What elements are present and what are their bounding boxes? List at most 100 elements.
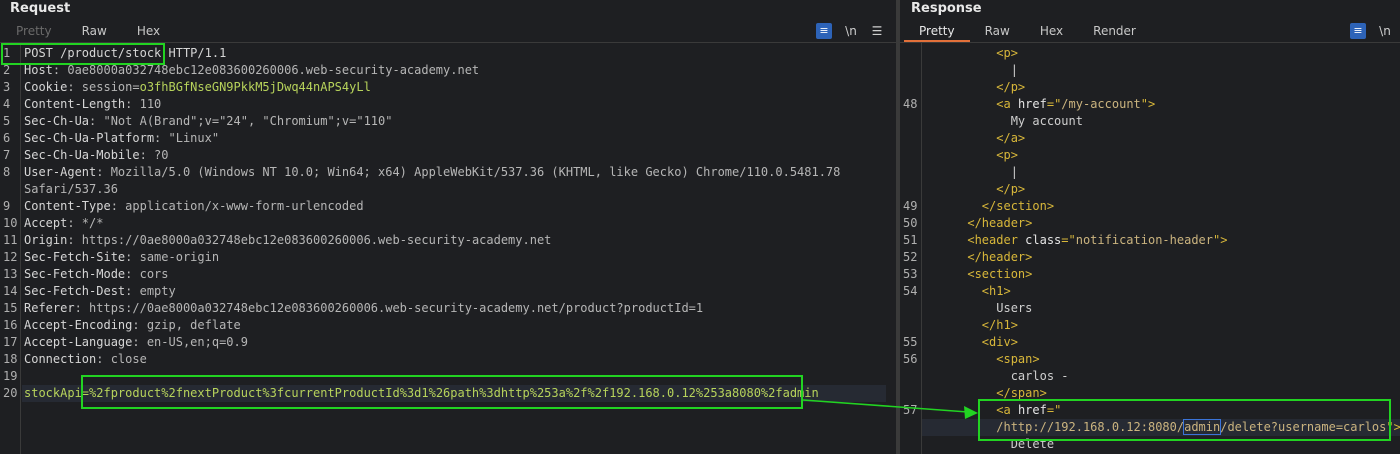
code-line[interactable]: 18 Connection: close	[0, 351, 896, 368]
request-title: Request	[10, 1, 71, 16]
wrap-lines-icon[interactable]: ≡	[1350, 23, 1366, 39]
code-line[interactable]: 5 Sec-Ch-Ua: "Not A(Brand";v="24", "Chrom…	[0, 113, 896, 130]
code-line[interactable]: </a>	[900, 130, 1400, 147]
line-number: 8	[3, 165, 11, 179]
token: : ?0	[139, 148, 169, 162]
code-line[interactable]: 51 <header class="notification-header">	[900, 232, 1400, 249]
code-line[interactable]: 52 </header>	[900, 249, 1400, 266]
token: Sec-Ch-Ua-Platform	[24, 131, 155, 145]
code-text: Referer: https://0ae8000a032748ebc12e083…	[24, 300, 703, 317]
code-line[interactable]: 50 </header>	[900, 215, 1400, 232]
line-number: 57	[903, 403, 918, 417]
code-line[interactable]: 14 Sec-Fetch-Dest: empty	[0, 283, 896, 300]
line-number: 54	[903, 284, 918, 298]
line-number: 4	[3, 97, 11, 111]
token: : same-origin	[125, 250, 220, 264]
code-line[interactable]: 10 Accept: */*	[0, 215, 896, 232]
code-text: </p>	[924, 181, 1025, 198]
code-text: Cookie: session=o3fhBGfNseGN9PkkM5jDwq44…	[24, 79, 371, 96]
tab-raw[interactable]: Raw	[970, 22, 1025, 42]
code-line[interactable]: 55 <div>	[900, 334, 1400, 351]
tab-render[interactable]: Render	[1078, 22, 1151, 42]
code-line[interactable]: 4 Content-Length: 110	[0, 96, 896, 113]
code-text: |	[924, 62, 1018, 79]
newline-icon[interactable]: \n	[1377, 23, 1393, 39]
code-line[interactable]: 53 <section>	[900, 266, 1400, 283]
code-line[interactable]: <p>	[900, 147, 1400, 164]
tab-pretty[interactable]: Pretty	[0, 22, 66, 42]
line-number: 14	[3, 284, 18, 298]
newline-icon[interactable]: \n	[843, 23, 859, 39]
code-line[interactable]: 3 Cookie: session=o3fhBGfNseGN9PkkM5jDwq4…	[0, 79, 896, 96]
token: <section>	[967, 267, 1033, 281]
token: <p>	[996, 148, 1018, 162]
code-line[interactable]: 12 Sec-Fetch-Site: same-origin	[0, 249, 896, 266]
token: : 0ae8000a032748ebc12e083600260006.web-s…	[52, 63, 480, 77]
token: href	[1017, 97, 1047, 111]
code-line[interactable]: 8 User-Agent: Mozilla/5.0 (Windows NT 10.…	[0, 164, 896, 181]
code-text: Sec-Ch-Ua: "Not A(Brand";v="24", "Chromi…	[24, 113, 392, 130]
token: notification-header	[1075, 233, 1214, 247]
line-number: 5	[3, 114, 11, 128]
tab-raw[interactable]: Raw	[66, 22, 121, 42]
wrap-lines-icon[interactable]: ≡	[816, 23, 832, 39]
token: : empty	[125, 284, 176, 298]
code-line[interactable]: Users	[900, 300, 1400, 317]
token: Content-Type	[24, 199, 111, 213]
line-number: 13	[3, 267, 18, 281]
code-text: Origin: https://0ae8000a032748ebc12e0836…	[24, 232, 551, 249]
code-line[interactable]: carlos -	[900, 368, 1400, 385]
token: Host	[24, 63, 53, 77]
code-line[interactable]: 48 <a href="/my-account">	[900, 96, 1400, 113]
line-number: 53	[903, 267, 918, 281]
code-line[interactable]: 7 Sec-Ch-Ua-Mobile: ?0	[0, 147, 896, 164]
highlight-admin-link	[978, 399, 1391, 441]
code-text: <h1>	[924, 283, 1011, 300]
token: Sec-Fetch-Mode	[24, 267, 126, 281]
token: </p>	[996, 182, 1026, 196]
token: Origin	[24, 233, 68, 247]
token: : gzip, deflate	[132, 318, 241, 332]
code-line[interactable]: My account	[900, 113, 1400, 130]
line-number: 12	[3, 250, 18, 264]
code-line[interactable]: 15 Referer: https://0ae8000a032748ebc12e0…	[0, 300, 896, 317]
code-line[interactable]: 13 Sec-Fetch-Mode: cors	[0, 266, 896, 283]
token: <h1>	[981, 284, 1011, 298]
menu-icon[interactable]: ☰	[869, 23, 885, 39]
code-line[interactable]: <p>	[900, 45, 1400, 62]
tab-hex[interactable]: Hex	[121, 22, 174, 42]
code-line[interactable]: </p>	[900, 181, 1400, 198]
line-number: 55	[903, 335, 918, 349]
token: : https://0ae8000a032748ebc12e0836002600…	[67, 233, 552, 247]
code-line[interactable]: 56 <span>	[900, 351, 1400, 368]
code-line[interactable]: 11 Origin: https://0ae8000a032748ebc12e08…	[0, 232, 896, 249]
tab-pretty[interactable]: Pretty	[904, 22, 970, 42]
line-number: 20	[3, 386, 18, 400]
code-line[interactable]: 6 Sec-Ch-Ua-Platform: "Linux"	[0, 130, 896, 147]
code-line[interactable]: 49 </section>	[900, 198, 1400, 215]
code-line[interactable]: 17 Accept-Language: en-US,en;q=0.9	[0, 334, 896, 351]
code-line[interactable]: 16 Accept-Encoding: gzip, deflate	[0, 317, 896, 334]
code-text: Sec-Fetch-Mode: cors	[24, 266, 169, 283]
response-editor[interactable]: <p> | </p> 48 <a href="/my-account"> My a…	[900, 43, 1400, 454]
code-line[interactable]: |	[900, 62, 1400, 79]
code-text: User-Agent: Mozilla/5.0 (Windows NT 10.0…	[24, 164, 840, 181]
code-line[interactable]: |	[900, 164, 1400, 181]
code-line[interactable]: 9 Content-Type: application/x-www-form-ur…	[0, 198, 896, 215]
code-line[interactable]: </p>	[900, 79, 1400, 96]
token: Cookie	[24, 80, 68, 94]
code-line[interactable]: Safari/537.36	[0, 181, 896, 198]
code-text: Content-Length: 110	[24, 96, 161, 113]
code-line[interactable]: 54 <h1>	[900, 283, 1400, 300]
code-text: Sec-Fetch-Site: same-origin	[24, 249, 219, 266]
token: Safari/537.36	[24, 182, 118, 196]
code-text: Connection: close	[24, 351, 147, 368]
token: /my-account	[1061, 97, 1141, 111]
token: : Mozilla/5.0 (Windows NT 10.0; Win64; x…	[96, 165, 841, 179]
tab-hex[interactable]: Hex	[1025, 22, 1078, 42]
code-text: <span>	[924, 351, 1039, 368]
code-line[interactable]: </h1>	[900, 317, 1400, 334]
